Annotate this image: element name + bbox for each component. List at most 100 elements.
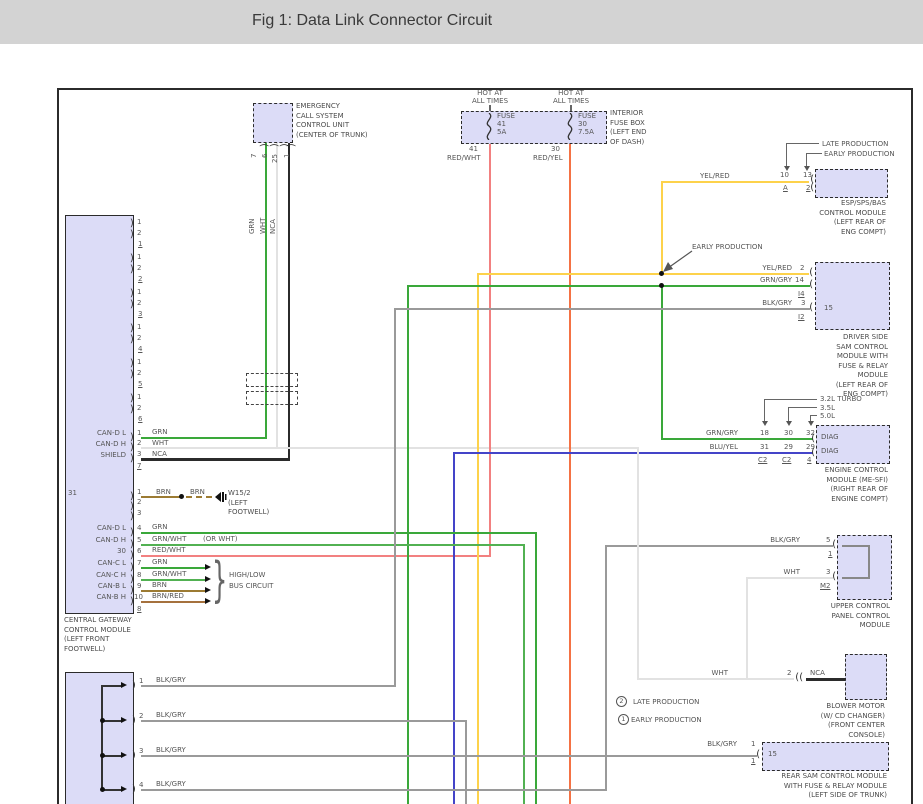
pin-arc: ) [131,681,137,691]
ucp-pin-5: 5 [826,536,830,544]
pin-arc: ) [129,551,135,561]
cgw-label-can-d-l: CAN-D L [97,524,126,532]
junction-dot-brn [179,494,184,499]
emergency-pin-25: 25 [271,154,279,163]
emergency-call-unit-box [253,103,293,143]
caption-line: (RIGHT REAR OF [825,485,888,495]
sam-pin-14: 14 [795,276,804,284]
cgw-conn-id-8: 8 [137,605,141,613]
junction-dot [100,787,105,792]
caption-line: BLOWER MOTOR [821,702,885,712]
bottom-box-branch [101,685,121,687]
engine-arrowhead [762,421,768,426]
wire-grn-wht-pin5 [141,544,525,546]
engine-line [788,407,817,408]
ecm-conn: C2 [782,456,791,464]
wire-label-blk-gry: BLK/GRY [156,711,186,719]
engine-line [764,399,817,400]
fuse-30-output-pin: 30 [551,145,560,153]
wire-grn-wht-can-c-h [141,579,205,581]
caption-line: (LEFT [228,499,269,509]
sam-conn-i4: I4 [798,290,805,298]
bus-label: BUS CIRCUIT [229,582,273,590]
ucp-conn-m2: M2 [820,582,831,590]
frame-right [911,88,913,804]
late-arrow-line [786,143,787,166]
caption-line: ENGINE COMPT) [825,495,888,505]
caption-line: (W/ CD CHANGER) [821,712,885,722]
fuse-number: 30 [578,120,587,128]
wire-label-grn-gry: GRN/GRY [706,429,738,437]
caption-line: WITH FUSE & RELAY MODULE [781,782,887,792]
all-times-label: ALL TIMES [465,97,515,105]
arrow-can-b-h [205,598,211,604]
pin-arc: ( [798,673,804,683]
wire-label-nca: NCA [269,219,277,234]
caption-line: ESP/SPS/BAS [819,199,886,209]
ecm-pin: 29 [784,443,793,451]
wire-blu-yel-vertical [453,452,455,804]
early-production-note: EARLY PRODUCTION [692,243,763,251]
emergency-pin-7: 7 [250,154,258,158]
caption-line: ENGINE CONTROL [825,466,888,476]
fuse-41-output-pin: 41 [469,145,478,153]
bottom-box-arrow [121,682,127,688]
caption-line: ENG COMPT) [819,228,886,238]
cgw-conn-id-7: 7 [137,462,141,470]
cgw-label-can-b-l: CAN-B L [98,582,126,590]
fuse-rating: 5A [497,128,506,136]
pin-arc: ) [129,443,135,453]
cgw-label-30: 30 [117,547,126,555]
cgw-label-can-c-h: CAN-C H [96,571,126,579]
wire-label-red-wht: RED/WHT [447,154,481,162]
blower-caption: BLOWER MOTOR (W/ CD CHANGER) (FRONT CENT… [821,702,885,740]
cgw-pin: 10 [134,593,143,601]
wire-label-blu-yel: BLU/YEL [710,443,738,451]
wire-label-blk-gry: BLK/GRY [156,676,186,684]
wire-wht-to-blower [637,678,794,680]
wire-label-nca: NCA [810,669,825,677]
cgw-label-shield: SHIELD [101,451,126,459]
early-arrow-line [806,153,807,166]
pin-arc: ) [131,716,137,726]
engine-3-5l: 3.5L [820,404,835,412]
arrow-can-c-l [205,564,211,570]
ground-symbol-w15-2 [213,491,228,503]
caption-line: FOOTWELL) [228,508,269,518]
caption-line: W15/2 [228,489,269,499]
fuse-number: 41 [497,120,506,128]
pin-arc: ) [129,219,135,229]
wire-blk-gry-pin4-vertical [605,545,607,791]
pin-arc: ) [129,528,135,538]
ucp-internal-link [842,545,870,547]
cgw-label-can-c-l: CAN-C L [98,559,126,567]
caption-line: MODULE [836,371,888,381]
caption-line: MODULE [831,621,890,631]
pin-arc: ( [268,142,278,148]
cgw-label-can-d-h: CAN-D H [96,536,126,544]
wire-red-yel-vertical [569,142,571,804]
wire-nca-blower [806,678,845,681]
wire-yel-red-to-sam [477,273,809,275]
wire-brn-terminal31 [141,496,183,498]
sam-conn-i2: I2 [798,313,805,321]
fuse-30-icon [564,113,576,140]
wire-grn-gry-to-ecm [661,438,813,440]
cgw-pin: 2 [137,229,141,237]
cgw-pin: 7 [137,559,141,567]
ground-w15-2-caption: W15/2 (LEFT FOOTWELL) [228,489,269,518]
pin-arc: ) [129,370,135,380]
cgw-pin: 2 [137,369,141,377]
caption-line: (LEFT SIDE OF TRUNK) [781,791,887,801]
wire-label-blk-gry: BLK/GRY [156,746,186,754]
pin-arc: ( [808,280,814,290]
pin-arc: ( [808,268,814,278]
engine-line [764,399,765,422]
figure-title: Fig 1: Data Link Connector Circuit [252,12,492,30]
caption-line: MODULE WITH [836,352,888,362]
wire-grn-wht-pin5-vertical [523,544,525,804]
cgw-pin: 6 [137,547,141,555]
caption-line: (LEFT FRONT [64,635,132,645]
cgw-pin: 2 [137,264,141,272]
wire-grn-gry-to-sam [407,285,810,287]
